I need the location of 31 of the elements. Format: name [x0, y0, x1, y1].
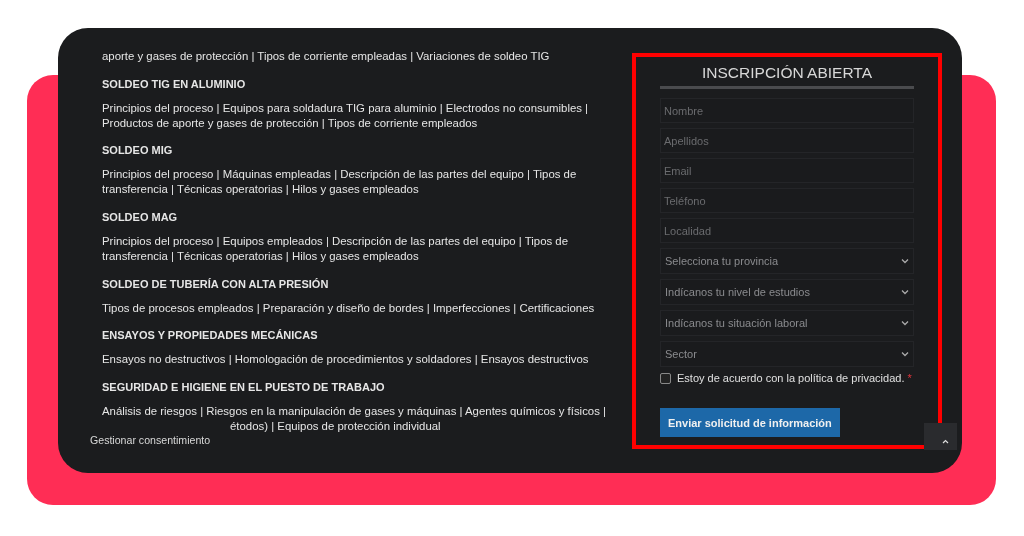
text-field[interactable]: Apellidos — [660, 128, 914, 153]
section-heading: ENSAYOS Y PROPIEDADES MECÁNICAS — [102, 328, 319, 344]
privacy-consent-label: Estoy de acuerdo con la política de privacidad. * — [677, 372, 912, 384]
section-heading: SOLDEO MAG — [102, 210, 179, 225]
chevron-down-icon — [901, 289, 909, 295]
select-field[interactable]: Indícanos tu nivel de estudios — [660, 279, 914, 305]
topic-list: Tipos de procesos empleados | Preparación y diseño de bordes | Imperfecciones | Certificaciones — [102, 300, 606, 316]
checkbox[interactable] — [660, 372, 671, 384]
section-heading: SOLDEO TIG EN ALUMINIO — [102, 76, 247, 92]
form-title: INSCRIPCIÓN ABIERTA — [660, 63, 914, 89]
select-field[interactable]: Selecciona tu provincia — [660, 248, 914, 274]
topic-list: Análisis de riesgos | Riesgos en la manipulación de gases y máquinas | Agentes químicos y físicos | — [102, 404, 606, 419]
text-field[interactable]: Teléfono — [660, 188, 914, 213]
topic-list: aporte y gases de protección | Tipos de corriente empleadas | Variaciones de soldeo TIG — [102, 49, 606, 64]
text-field[interactable]: Email — [660, 158, 914, 183]
select-field[interactable]: Indícanos tu situación laboral — [660, 310, 914, 336]
select-field[interactable]: Sector — [660, 341, 914, 367]
section-heading: SEGURIDAD E HIGIENE EN EL PUESTO DE TRABAJO — [102, 380, 386, 396]
text-field[interactable]: Nombre — [660, 98, 914, 123]
section-heading: SOLDEO DE TUBERÍA CON ALTA PRESIÓN — [102, 276, 330, 292]
chevron-down-icon — [901, 320, 909, 326]
topic-list: Principios del proceso | Equipos para soldadura TIG para aluminio | Electrodos no consumibles | Productos de aporte y gases de protección | Tipos de corriente empleados — [102, 100, 606, 131]
topic-list: Principios del proceso | Equipos empleados | Descripción de las partes del equipo | Tipos de transferencia | Técnicas operatorias | Hilos y gases empleados — [102, 234, 606, 264]
chevron-down-icon — [901, 258, 909, 264]
text-field[interactable]: Localidad — [660, 218, 914, 243]
submit-button[interactable]: Enviar solicitud de información — [660, 408, 840, 437]
topic-list: Ensayos no destructivos | Homologación de procedimientos y soldadores | Ensayos destructivos — [102, 352, 606, 368]
section-heading: SOLDEO MIG — [102, 143, 174, 159]
chevron-down-icon — [901, 351, 909, 357]
topic-list: Principios del proceso | Máquinas empleadas | Descripción de las partes del equipo | Tipos de transferencia | Técnicas operatorias | Hilos y gases empleados — [102, 167, 606, 197]
caret-up-icon — [942, 439, 949, 444]
